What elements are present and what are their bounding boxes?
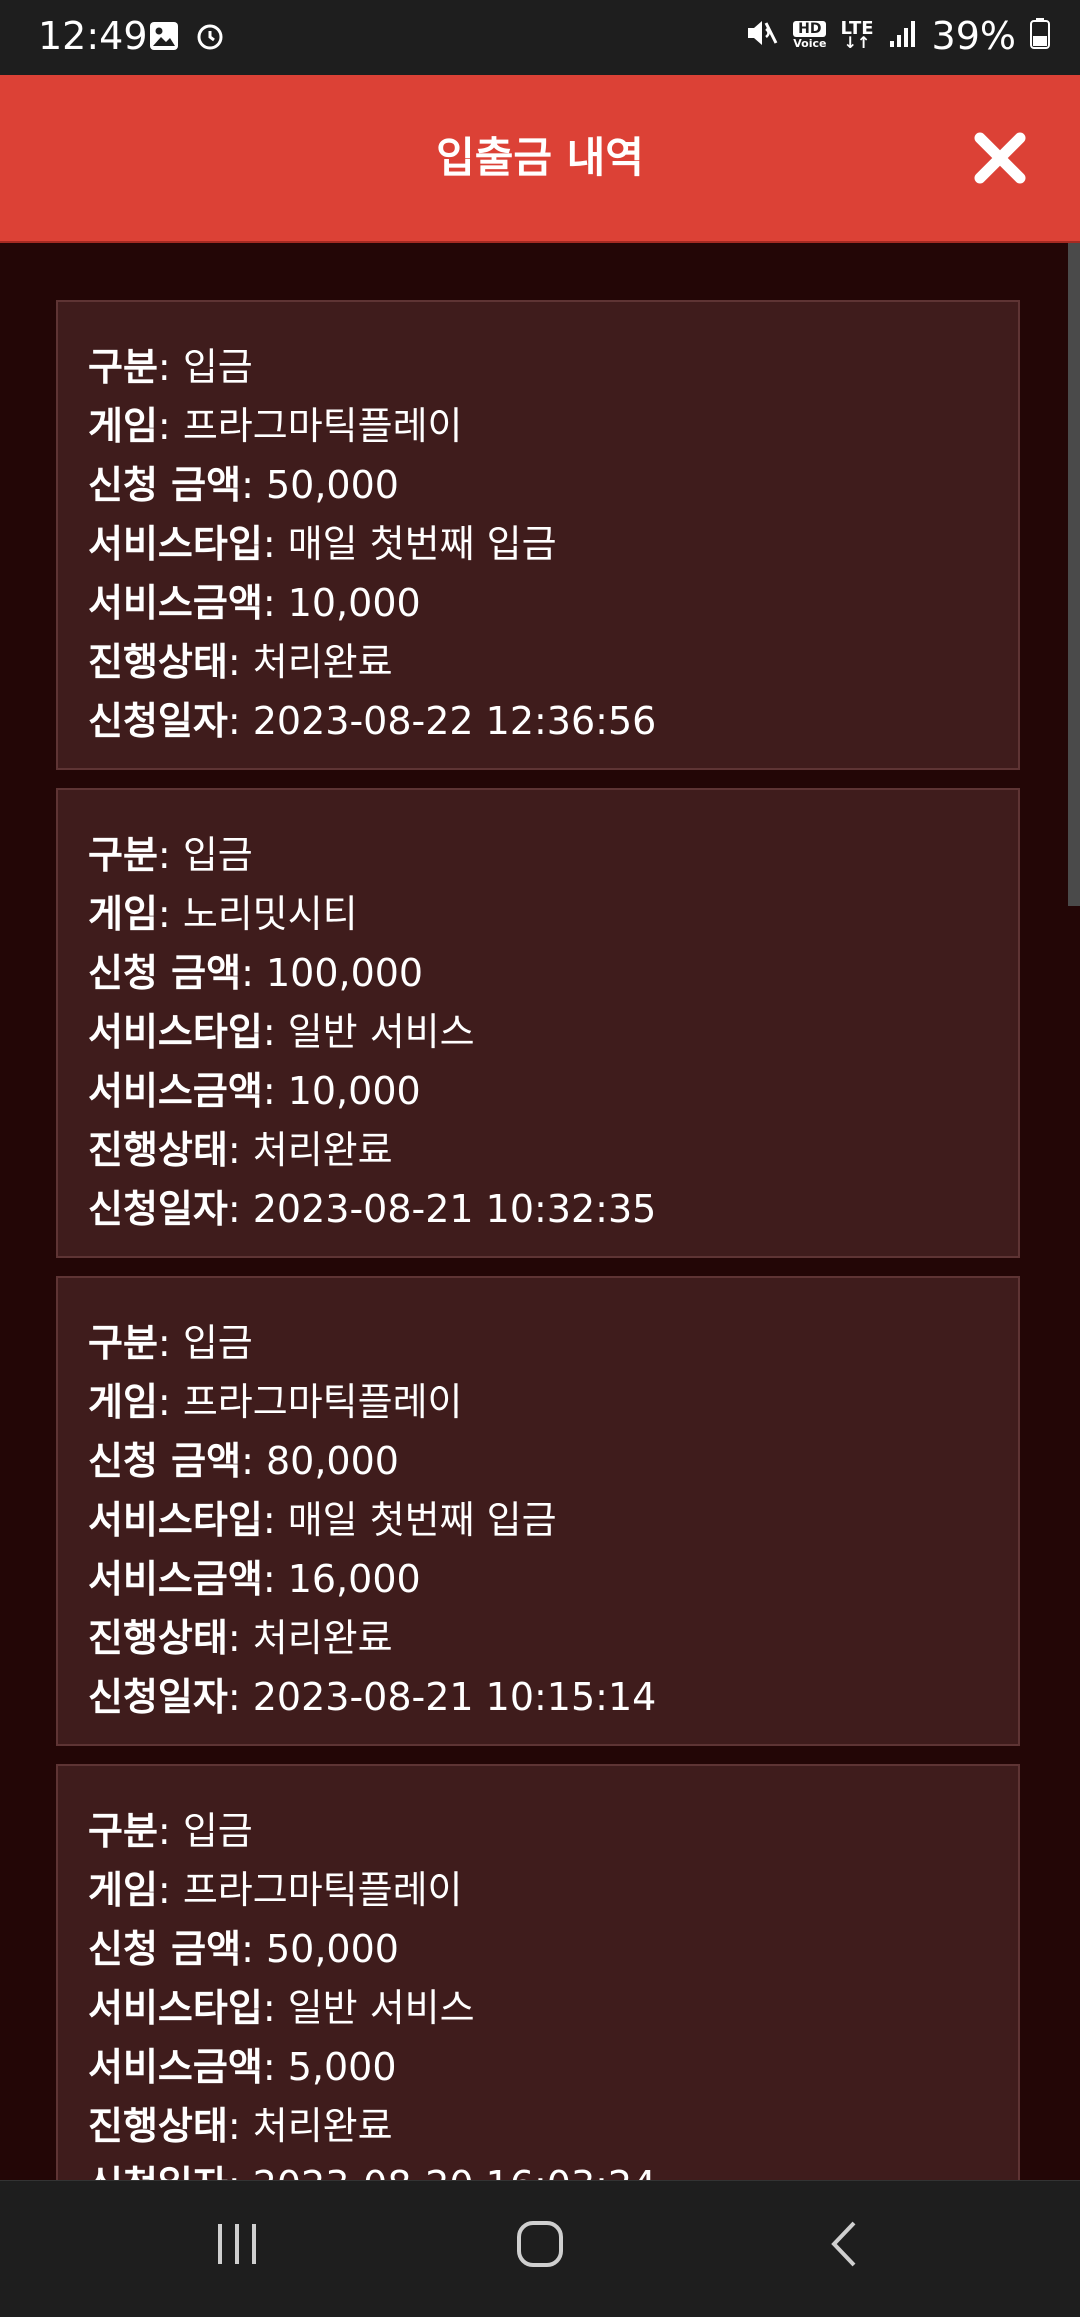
row-service-amount: 서비스금액: 10,000 (88, 581, 421, 625)
transaction-card: 구분: 입금 게임: 프라그마틱플레이 신청 금액: 50,000 서비스타입:… (56, 1764, 1020, 2180)
row-service-amount: 서비스금액: 16,000 (88, 1557, 421, 1601)
row-amount: 신청 금액: 50,000 (88, 1927, 399, 1971)
row-amount: 신청 금액: 50,000 (88, 463, 399, 507)
signal-icon (888, 14, 918, 58)
recent-apps-icon (218, 2224, 256, 2264)
mute-icon (745, 14, 779, 58)
alarm-icon (194, 20, 226, 56)
battery-percent: 39% (931, 14, 1016, 58)
close-icon (974, 132, 1026, 184)
row-date: 신청일자: 2023-08-21 10:32:35 (88, 1187, 657, 1231)
recent-apps-button[interactable] (212, 2219, 262, 2273)
home-icon (517, 2221, 563, 2267)
system-nav-bar (0, 2180, 1080, 2317)
row-service-type: 서비스타입: 매일 첫번째 입금 (88, 522, 557, 566)
row-date: 신청일자: 2023-08-22 12:36:56 (88, 699, 657, 743)
row-service-amount: 서비스금액: 5,000 (88, 2045, 397, 2089)
row-amount: 신청 금액: 80,000 (88, 1439, 399, 1483)
transaction-card: 구분: 입금 게임: 프라그마틱플레이 신청 금액: 80,000 서비스타입:… (56, 1276, 1020, 1746)
row-service-type: 서비스타입: 매일 첫번째 입금 (88, 1498, 557, 1542)
status-time: 12:49 (38, 14, 148, 58)
row-service-type: 서비스타입: 일반 서비스 (88, 1986, 475, 2030)
row-status: 진행상태: 처리완료 (88, 1128, 393, 1172)
row-game: 게임: 프라그마틱플레이 (88, 404, 463, 448)
row-service-amount: 서비스금액: 10,000 (88, 1069, 421, 1113)
row-type: 구분: 입금 (88, 1809, 253, 1853)
home-button[interactable] (515, 2219, 565, 2273)
transaction-card: 구분: 입금 게임: 노리밋시티 신청 금액: 100,000 서비스타입: 일… (56, 788, 1020, 1258)
page-title: 입출금 내역 (436, 133, 644, 182)
hd-voice-badge: HD Voice (793, 21, 827, 50)
page-header: 입출금 내역 (0, 75, 1080, 243)
row-type: 구분: 입금 (88, 1321, 253, 1365)
transaction-list[interactable]: 구분: 입금 게임: 프라그마틱플레이 신청 금액: 50,000 서비스타입:… (0, 243, 1068, 2180)
gallery-icon (148, 20, 180, 56)
row-amount: 신청 금액: 100,000 (88, 951, 424, 995)
row-status: 진행상태: 처리완료 (88, 2104, 393, 2148)
battery-icon (1030, 14, 1050, 58)
scrollbar[interactable] (1068, 243, 1080, 906)
row-game: 게임: 프라그마틱플레이 (88, 1380, 463, 1424)
lte-badge: LTE ↓↑ (840, 18, 874, 52)
transaction-card: 구분: 입금 게임: 프라그마틱플레이 신청 금액: 50,000 서비스타입:… (56, 300, 1020, 770)
status-bar: 12:49 HD Voice LTE ↓↑ 39% (0, 0, 1080, 75)
close-button[interactable] (972, 130, 1028, 186)
row-type: 구분: 입금 (88, 833, 253, 877)
row-status: 진행상태: 처리완료 (88, 640, 393, 684)
back-button[interactable] (820, 2219, 870, 2273)
back-icon (831, 2221, 856, 2267)
row-service-type: 서비스타입: 일반 서비스 (88, 1010, 475, 1054)
row-game: 게임: 노리밋시티 (88, 892, 358, 936)
row-type: 구분: 입금 (88, 345, 253, 389)
row-date: 신청일자: 2023-08-20 16:03:24 (88, 2156, 1018, 2180)
row-status: 진행상태: 처리완료 (88, 1616, 393, 1660)
row-date: 신청일자: 2023-08-21 10:15:14 (88, 1675, 657, 1719)
row-game: 게임: 프라그마틱플레이 (88, 1868, 463, 1912)
